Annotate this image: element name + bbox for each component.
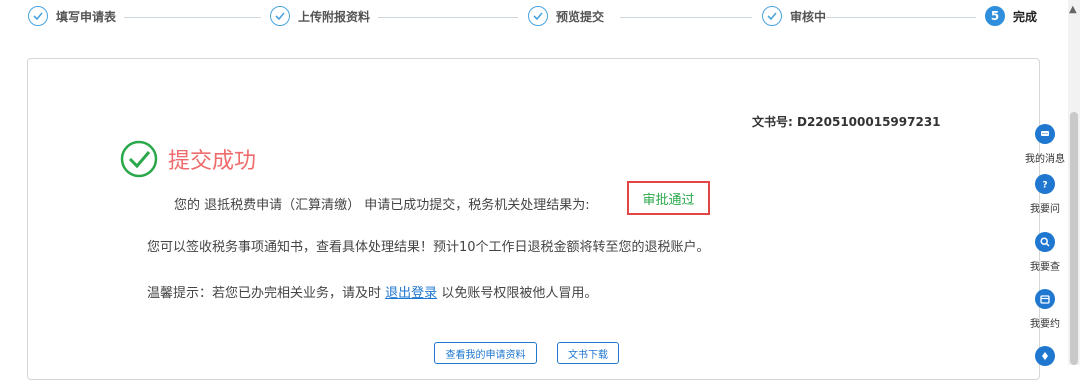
step-preview: 预览提交 <box>528 6 604 26</box>
success-title: 提交成功 <box>168 149 257 174</box>
notice-message: 您可以签收税务事项通知书，查看具体处理结果！预计10个工作日退税金额将转至您的退… <box>147 240 710 255</box>
tip-message: 温馨提示：若您已办完相关业务，请及时 退出登录 以免账号权限被他人冒用。 <box>147 282 597 301</box>
scroll-up-icon[interactable]: ▲ <box>1069 4 1077 15</box>
tool-messages[interactable]: 我的消息 <box>1020 124 1070 165</box>
check-circle-icon <box>762 6 782 26</box>
tip-prefix: 温馨提示：若您已办完相关业务，请及时 <box>147 286 382 301</box>
success-check-icon <box>120 140 158 178</box>
search-icon <box>1035 232 1055 252</box>
step-complete: 5 完成 <box>985 6 1037 26</box>
step-upload: 上传附报资料 <box>270 6 370 26</box>
success-header: 提交成功 <box>120 140 256 178</box>
more-icon <box>1035 346 1055 366</box>
step-reviewing: 审核中 <box>762 6 826 26</box>
download-document-button[interactable]: 文书下载 <box>557 342 619 364</box>
tool-search[interactable]: 我要查 <box>1020 232 1070 273</box>
approval-result: 审批通过 <box>627 181 710 215</box>
step-label: 上传附报资料 <box>298 9 371 24</box>
message-icon <box>1035 124 1055 144</box>
question-icon: ? <box>1035 174 1055 194</box>
approval-result-text: 审批通过 <box>642 192 695 208</box>
tool-label: 我要查 <box>1030 262 1060 273</box>
step-label: 填写申请表 <box>56 9 117 24</box>
check-circle-icon <box>528 6 548 26</box>
step-number: 5 <box>985 6 1005 26</box>
tool-label: 我要问 <box>1030 204 1060 215</box>
tool-more[interactable] <box>1020 346 1070 366</box>
tip-suffix: 以免账号权限被他人冒用。 <box>441 286 598 301</box>
step-connector <box>124 17 261 18</box>
step-connector <box>378 17 518 18</box>
tool-label: 我要约 <box>1030 319 1060 330</box>
document-number: 文书号: D2205100015997231 <box>752 115 941 129</box>
view-application-button[interactable]: 查看我的申请资料 <box>434 342 537 364</box>
tool-appointment[interactable]: 我要约 <box>1020 289 1070 330</box>
check-circle-icon <box>270 6 290 26</box>
step-connector <box>620 17 752 18</box>
calendar-icon <box>1035 289 1055 309</box>
submission-message: 您的 退抵税费申请（汇算清缴） 申请已成功提交，税务机关处理结果为: <box>174 198 590 213</box>
tool-label: 我的消息 <box>1025 154 1065 165</box>
svg-text:?: ? <box>1042 181 1047 191</box>
result-card <box>27 58 1040 380</box>
check-circle-icon <box>28 6 48 26</box>
tool-ask[interactable]: ? 我要问 <box>1020 174 1070 215</box>
vertical-scrollbar[interactable]: ▲ <box>1068 0 1080 365</box>
step-label: 预览提交 <box>556 9 605 24</box>
logout-link[interactable]: 退出登录 <box>385 286 437 301</box>
step-fill-form: 填写申请表 <box>28 6 116 26</box>
step-label: 完成 <box>1013 9 1038 24</box>
progress-steps: 填写申请表 上传附报资料 预览提交 审核中 5 完成 <box>0 0 1040 34</box>
step-label: 审核中 <box>790 9 827 24</box>
step-connector <box>826 17 976 18</box>
scrollbar-thumb[interactable] <box>1070 112 1078 365</box>
